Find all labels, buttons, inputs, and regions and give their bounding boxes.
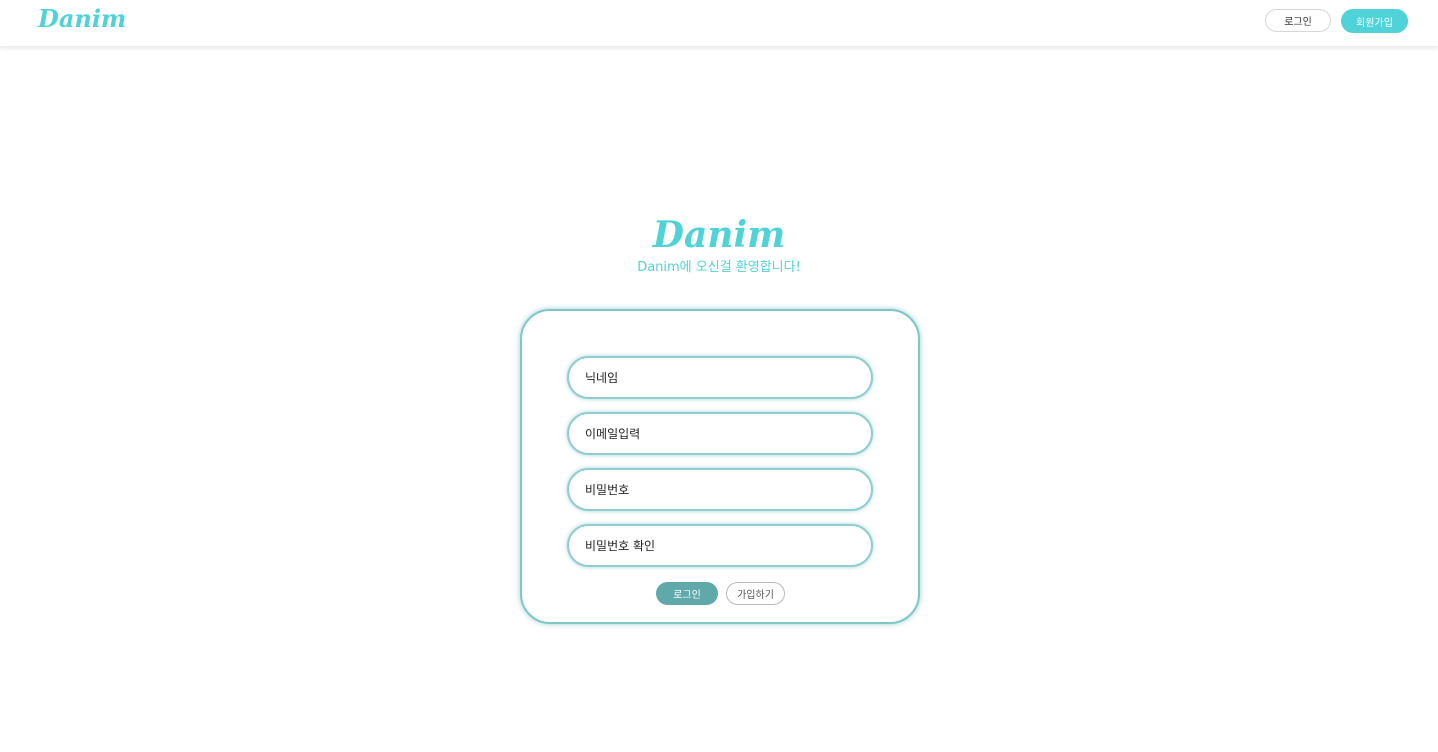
- email-input[interactable]: 이메일입력: [567, 412, 873, 455]
- password-confirm-input[interactable]: 비밀번호 확인: [567, 524, 873, 567]
- join-button[interactable]: 가입하기: [726, 582, 785, 605]
- header-signup-button[interactable]: 회원가입: [1341, 9, 1408, 33]
- header-login-button[interactable]: 로그인: [1265, 9, 1331, 32]
- welcome-subtitle: Danim에 오신걸 환영합니다!: [637, 260, 801, 275]
- login-button[interactable]: 로그인: [656, 582, 718, 605]
- nickname-input[interactable]: 닉네임: [567, 356, 873, 399]
- page-title: Danim: [652, 214, 786, 256]
- header-logo[interactable]: Danim: [38, 2, 126, 36]
- password-input[interactable]: 비밀번호: [567, 468, 873, 511]
- signup-card: 닉네임 이메일입력 비밀번호 비밀번호 확인 로그인 가입하기: [520, 309, 920, 624]
- top-navbar: Danim 로그인 회원가입: [0, 0, 1438, 47]
